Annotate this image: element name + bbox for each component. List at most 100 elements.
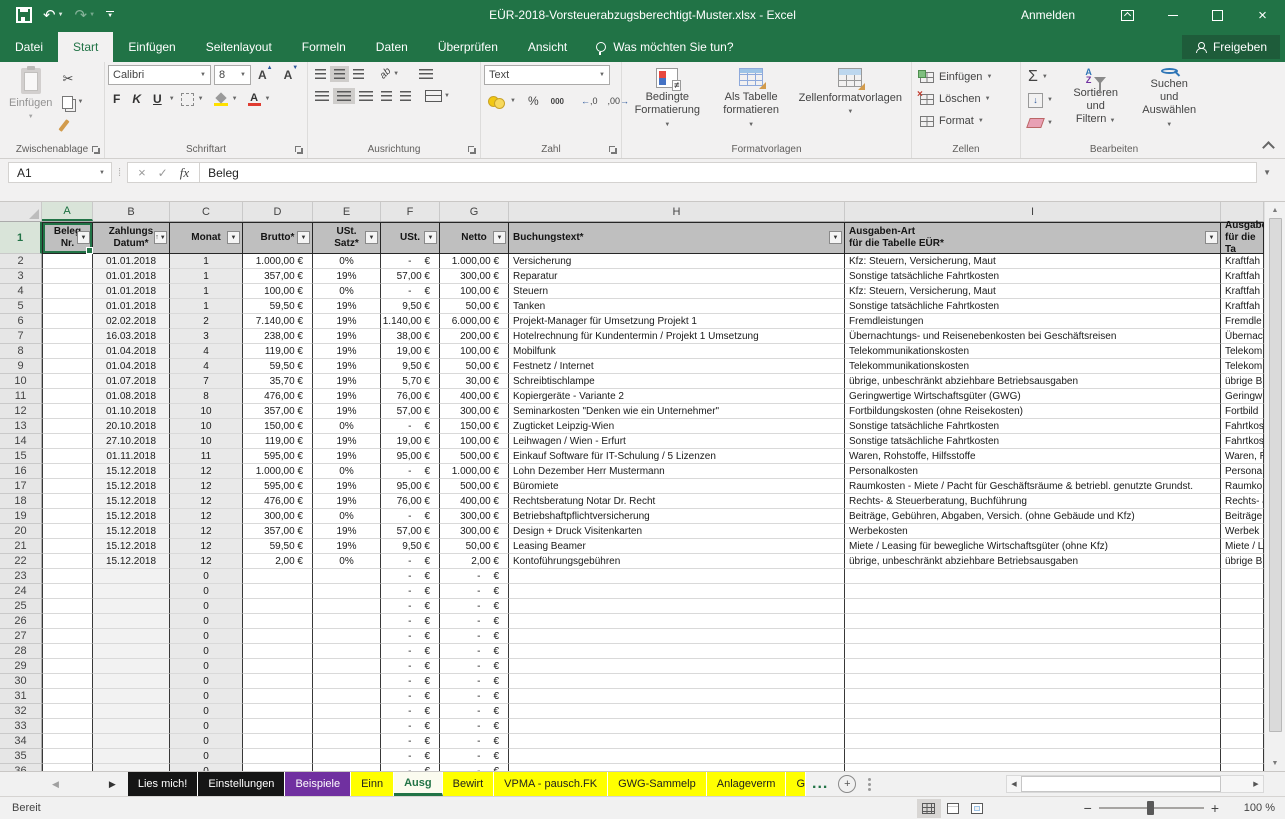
cell-A8[interactable]	[42, 344, 93, 359]
row-header-25[interactable]: 25	[0, 599, 42, 614]
cell-H27[interactable]	[509, 629, 845, 644]
cell-A5[interactable]	[42, 299, 93, 314]
filter-dropdown-E[interactable]: ▼	[365, 231, 378, 244]
cell-H8[interactable]: Mobilfunk	[509, 344, 845, 359]
cell-F35[interactable]: -€	[381, 749, 440, 764]
cell-C25[interactable]: 0	[170, 599, 243, 614]
page-layout-view-button[interactable]	[941, 799, 965, 818]
customize-qat-icon[interactable]: ▼	[106, 11, 114, 19]
cell-H24[interactable]	[509, 584, 845, 599]
copy-button[interactable]: ▼	[58, 92, 87, 112]
column-header-E[interactable]: E	[313, 202, 381, 221]
cell-A6[interactable]	[42, 314, 93, 329]
cell-H28[interactable]	[509, 644, 845, 659]
cell-E20[interactable]: 19%	[313, 524, 381, 539]
filter-dropdown-H[interactable]: ▼	[829, 231, 842, 244]
cell-I23[interactable]	[845, 569, 1221, 584]
cell-J28[interactable]	[1221, 644, 1264, 659]
cell-I32[interactable]	[845, 704, 1221, 719]
row-header-27[interactable]: 27	[0, 629, 42, 644]
cancel-icon[interactable]: ×	[138, 165, 146, 180]
cell-D36[interactable]	[243, 764, 313, 771]
row-header-9[interactable]: 9	[0, 359, 42, 374]
cell-I11[interactable]: Geringwertige Wirtschaftsgüter (GWG)	[845, 389, 1221, 404]
cell-B36[interactable]	[93, 764, 170, 771]
cell-G35[interactable]: -€	[440, 749, 509, 764]
cell-I24[interactable]	[845, 584, 1221, 599]
cell-D17[interactable]: 595,00 €	[243, 479, 313, 494]
cell-D32[interactable]	[243, 704, 313, 719]
row-header-12[interactable]: 12	[0, 404, 42, 419]
cell-F5[interactable]: 9,50 €	[381, 299, 440, 314]
cell-H30[interactable]	[509, 674, 845, 689]
cell-D26[interactable]	[243, 614, 313, 629]
cell-A27[interactable]	[42, 629, 93, 644]
borders-button[interactable]: ▼	[177, 89, 208, 109]
row-header-13[interactable]: 13	[0, 419, 42, 434]
tab-ueberpruefen[interactable]: Überprüfen	[423, 32, 513, 62]
cell-J2[interactable]: Kraftfah	[1221, 254, 1264, 269]
cell-D13[interactable]: 150,00 €	[243, 419, 313, 434]
cell-A34[interactable]	[42, 734, 93, 749]
tab-datei[interactable]: Datei	[0, 32, 58, 62]
cell-E16[interactable]: 0%	[313, 464, 381, 479]
cell-J14[interactable]: Fahrtkos	[1221, 434, 1264, 449]
cell-H9[interactable]: Festnetz / Internet	[509, 359, 845, 374]
cell-E32[interactable]	[313, 704, 381, 719]
row-header-16[interactable]: 16	[0, 464, 42, 479]
column-header-C[interactable]: C	[170, 202, 243, 221]
cell-J29[interactable]	[1221, 659, 1264, 674]
cell-F15[interactable]: 95,00 €	[381, 449, 440, 464]
cell-A18[interactable]	[42, 494, 93, 509]
cell-I4[interactable]: Kfz: Steuern, Versicherung, Maut	[845, 284, 1221, 299]
cell-G27[interactable]: -€	[440, 629, 509, 644]
font-name-select[interactable]: Calibri▼	[108, 65, 211, 85]
row-header-30[interactable]: 30	[0, 674, 42, 689]
cell-H19[interactable]: Betriebshaftpflichtversicherung	[509, 509, 845, 524]
cell-I30[interactable]	[845, 674, 1221, 689]
row-header-32[interactable]: 32	[0, 704, 42, 719]
cell-I9[interactable]: Telekommunikationskosten	[845, 359, 1221, 374]
cell-A10[interactable]	[42, 374, 93, 389]
cell-I12[interactable]: Fortbildungskosten (ohne Reisekosten)	[845, 404, 1221, 419]
zoom-out-button[interactable]: −	[1084, 800, 1092, 816]
cell-D14[interactable]: 119,00 €	[243, 434, 313, 449]
cell-C2[interactable]: 1	[170, 254, 243, 269]
cell-B28[interactable]	[93, 644, 170, 659]
cell-B17[interactable]: 15.12.2018	[93, 479, 170, 494]
cell-J34[interactable]	[1221, 734, 1264, 749]
cell-H13[interactable]: Zugticket Leipzig-Wien	[509, 419, 845, 434]
cell-G30[interactable]: -€	[440, 674, 509, 689]
cell-D21[interactable]: 59,50 €	[243, 539, 313, 554]
cell-C4[interactable]: 1	[170, 284, 243, 299]
cell-J18[interactable]: Rechts- &	[1221, 494, 1264, 509]
header-cell-G[interactable]: Netto▼	[440, 222, 509, 254]
cell-E28[interactable]	[313, 644, 381, 659]
cell-E5[interactable]: 19%	[313, 299, 381, 314]
cell-B34[interactable]	[93, 734, 170, 749]
cell-J5[interactable]: Kraftfah	[1221, 299, 1264, 314]
insert-cells-button[interactable]: Einfügen▼	[915, 67, 996, 87]
filter-dropdown-D[interactable]: ▼	[297, 231, 310, 244]
find-select-button[interactable]: Suchen und Auswählen ▼	[1134, 65, 1204, 135]
underline-dropdown-icon[interactable]: ▼	[169, 96, 175, 102]
cell-E13[interactable]: 0%	[313, 419, 381, 434]
cell-D34[interactable]	[243, 734, 313, 749]
cell-G34[interactable]: -€	[440, 734, 509, 749]
align-center-button[interactable]	[333, 88, 355, 104]
comma-style-button[interactable]: 000	[547, 91, 568, 111]
cell-G6[interactable]: 6.000,00 €	[440, 314, 509, 329]
cell-C23[interactable]: 0	[170, 569, 243, 584]
cell-I26[interactable]	[845, 614, 1221, 629]
cell-F25[interactable]: -€	[381, 599, 440, 614]
cell-J10[interactable]: übrige B	[1221, 374, 1264, 389]
row-header-36[interactable]: 36	[0, 764, 42, 771]
cell-E17[interactable]: 19%	[313, 479, 381, 494]
cell-A16[interactable]	[42, 464, 93, 479]
cell-F20[interactable]: 57,00 €	[381, 524, 440, 539]
cell-C17[interactable]: 12	[170, 479, 243, 494]
cell-F7[interactable]: 38,00 €	[381, 329, 440, 344]
column-header-D[interactable]: D	[243, 202, 313, 221]
cell-D18[interactable]: 476,00 €	[243, 494, 313, 509]
row-header-4[interactable]: 4	[0, 284, 42, 299]
